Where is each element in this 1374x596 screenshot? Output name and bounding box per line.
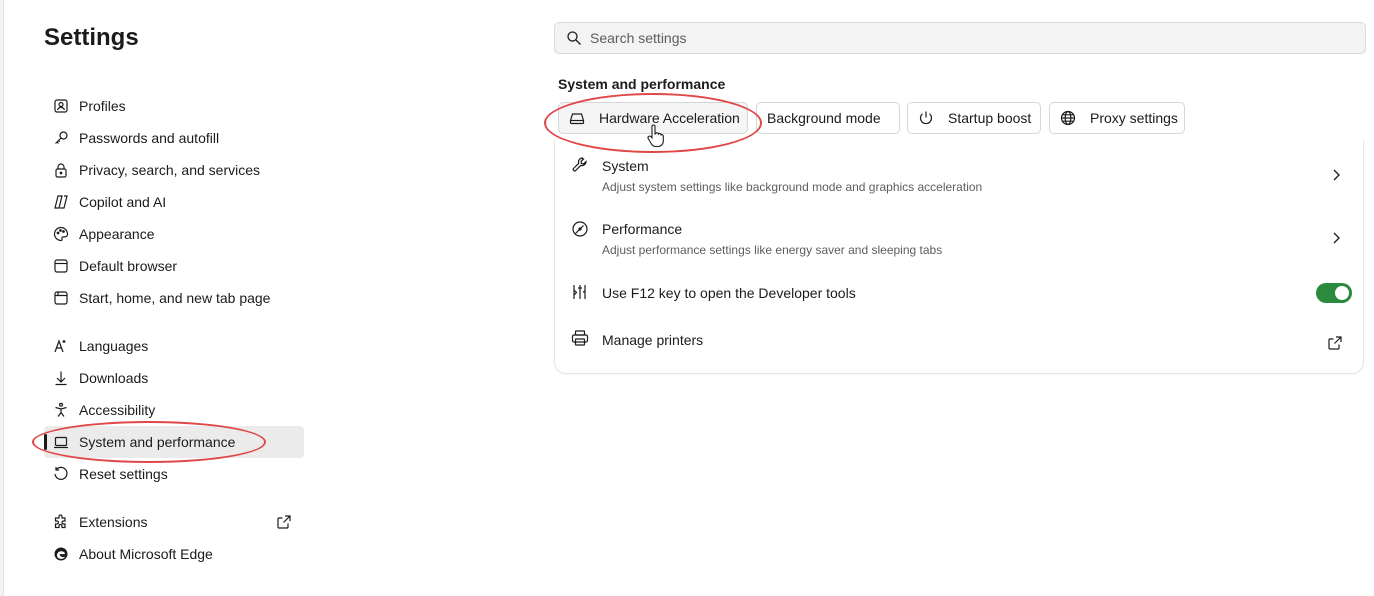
external-link-icon [1328, 336, 1342, 350]
profile-card-icon [52, 97, 70, 115]
f12-toggle-switch[interactable] [1316, 283, 1352, 303]
chip-startup-boost[interactable]: Startup boost [907, 102, 1041, 134]
sidebar-item-label: Reset settings [79, 466, 168, 482]
chip-label: Hardware Acceleration [599, 110, 740, 126]
search-icon [567, 31, 581, 45]
sidebar-item-downloads[interactable]: Downloads [44, 362, 304, 394]
sidebar-item-label: Privacy, search, and services [79, 162, 261, 178]
palette-icon [52, 225, 70, 243]
row-performance[interactable]: Performance Adjust performance settings … [555, 215, 1363, 265]
row-title: Manage printers [602, 332, 704, 348]
search-input[interactable] [590, 30, 1290, 46]
language-icon [52, 337, 70, 355]
row-title: System [602, 158, 649, 174]
copilot-icon [52, 193, 70, 211]
sidebar-item-start-home[interactable]: Start, home, and new tab page [44, 282, 304, 314]
row-title: Use F12 key to open the Developer tools [602, 285, 856, 301]
row-manage-printers[interactable]: Manage printers [555, 326, 1363, 358]
settings-card: System Adjust system settings like backg… [554, 140, 1364, 374]
row-description: Adjust system settings like background m… [602, 180, 983, 194]
sidebar-item-profiles[interactable]: Profiles [44, 90, 304, 122]
reset-icon [52, 465, 70, 483]
sidebar-item-passwords[interactable]: Passwords and autofill [44, 122, 304, 154]
sidebar-item-privacy[interactable]: Privacy, search, and services [44, 154, 304, 186]
row-description: Adjust performance settings like energy … [602, 243, 943, 257]
edge-logo-icon [52, 545, 70, 563]
sidebar-item-label: Start, home, and new tab page [79, 290, 271, 306]
sidebar-item-system-performance[interactable]: System and performance [44, 426, 304, 458]
sidebar-item-appearance[interactable]: Appearance [44, 218, 304, 250]
download-icon [52, 369, 70, 387]
sidebar-item-label: Downloads [79, 370, 149, 386]
sidebar-item-label: Passwords and autofill [79, 130, 220, 146]
hand-cursor-icon [647, 124, 664, 148]
row-system[interactable]: System Adjust system settings like backg… [555, 152, 1363, 202]
speedometer-icon [571, 220, 589, 238]
power-icon [918, 110, 934, 126]
section-title: System and performance [558, 76, 726, 92]
chip-label: Background mode [767, 110, 881, 126]
external-link-icon [277, 515, 291, 529]
chip-label: Proxy settings [1090, 110, 1178, 126]
sidebar-item-label: About Microsoft Edge [79, 546, 213, 562]
sidebar-item-languages[interactable]: Languages [44, 330, 304, 362]
row-f12-developer-tools[interactable]: Use F12 key to open the Developer tools [555, 278, 1363, 310]
wrench-icon [571, 156, 589, 174]
row-title: Performance [602, 221, 683, 237]
lock-icon [52, 161, 70, 179]
chip-proxy-settings[interactable]: Proxy settings [1049, 102, 1185, 134]
sidebar-item-label: Copilot and AI [79, 194, 167, 210]
sidebar-item-label: Extensions [79, 514, 148, 530]
sidebar-item-label: Languages [79, 338, 149, 354]
chevron-right-icon [1333, 232, 1340, 244]
search-box[interactable] [554, 22, 1366, 54]
browser-window-icon [52, 257, 70, 275]
globe-icon [1060, 110, 1076, 126]
sidebar-item-label: Appearance [79, 226, 155, 242]
home-page-icon [52, 289, 70, 307]
sidebar-item-extensions[interactable]: Extensions [44, 506, 304, 538]
chevron-right-icon [1333, 169, 1340, 181]
sidebar-item-label: Profiles [79, 98, 126, 114]
page-title: Settings [44, 24, 139, 51]
puzzle-icon [52, 513, 70, 531]
sidebar-item-accessibility[interactable]: Accessibility [44, 394, 304, 426]
window-left-border [0, 0, 4, 596]
sidebar-item-label: System and performance [79, 434, 236, 450]
toggle-knob [1335, 286, 1349, 300]
sidebar-item-label: Accessibility [79, 402, 156, 418]
sidebar-item-default-browser[interactable]: Default browser [44, 250, 304, 282]
drive-icon [569, 110, 585, 126]
key-icon [52, 129, 70, 147]
sidebar-item-label: Default browser [79, 258, 178, 274]
sidebar-item-copilot[interactable]: Copilot and AI [44, 186, 304, 218]
developer-tools-icon [571, 283, 589, 301]
sidebar-item-about[interactable]: About Microsoft Edge [44, 538, 304, 570]
laptop-icon [52, 433, 70, 451]
chip-label: Startup boost [948, 110, 1032, 126]
sidebar-item-reset-settings[interactable]: Reset settings [44, 458, 304, 490]
chip-background-mode[interactable]: Background mode [756, 102, 900, 134]
accessibility-icon [52, 401, 70, 419]
printer-icon [571, 329, 589, 347]
